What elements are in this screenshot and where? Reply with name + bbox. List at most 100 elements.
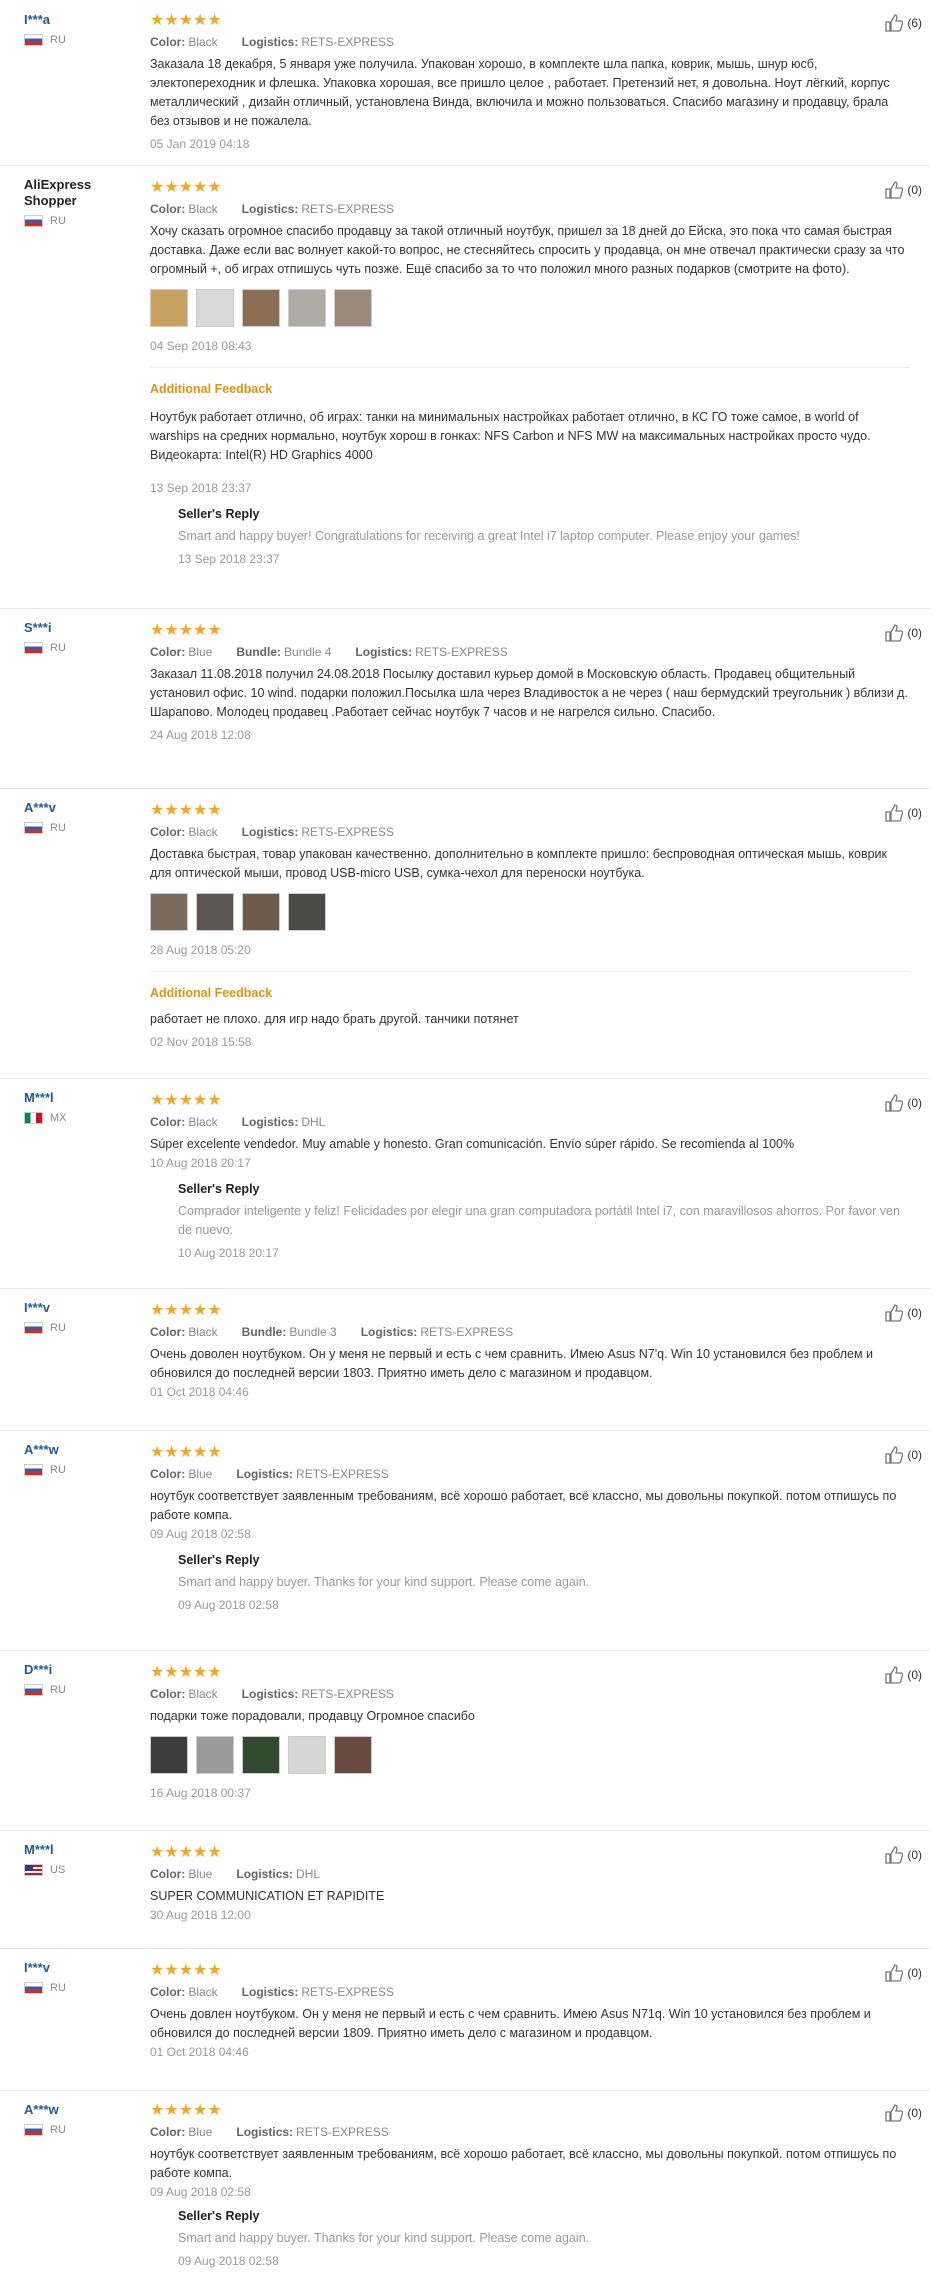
- seller-reply: Seller's Reply Smart and happy buyer! Co…: [178, 507, 910, 566]
- reviewer-name[interactable]: AliExpress Shopper: [24, 177, 134, 209]
- helpful-button[interactable]: (0): [885, 1666, 922, 1684]
- reviewer-name[interactable]: A***v: [24, 800, 134, 816]
- flag-icon: [24, 34, 43, 46]
- additional-feedback-title: Additional Feedback: [150, 382, 273, 396]
- review-photo[interactable]: [334, 1736, 372, 1774]
- reviewer-country: RU: [24, 1982, 134, 1994]
- additional-feedback-date: 13 Sep 2018 23:37: [150, 481, 252, 495]
- review-photo[interactable]: [288, 1736, 326, 1774]
- flag-icon: [24, 1112, 43, 1124]
- review-date: 10 Aug 2018 20:17: [150, 1156, 251, 1170]
- review-photo[interactable]: [334, 289, 372, 327]
- star-rating: ★★★★★: [150, 1844, 222, 1861]
- flag-icon: [24, 215, 43, 227]
- seller-reply-date: 09 Aug 2018 02:58: [178, 2254, 279, 2268]
- seller-reply-title: Seller's Reply: [178, 2209, 260, 2223]
- review-photo[interactable]: [242, 289, 280, 327]
- flag-icon: [24, 2124, 43, 2136]
- review-photo[interactable]: [196, 893, 234, 931]
- additional-feedback-text: Ноутбук работает отлично, об играх: танк…: [150, 410, 871, 462]
- review-date: 01 Oct 2018 04:46: [150, 2045, 249, 2059]
- thumbs-up-icon: [885, 2104, 904, 2122]
- reviewer-country: US: [24, 1864, 134, 1876]
- reviewer-country: RU: [24, 34, 134, 46]
- review-text: Очень довлен ноутбуком. Он у меня не пер…: [150, 2007, 871, 2040]
- star-rating: ★★★★★: [150, 1092, 222, 1109]
- seller-reply-date: 10 Aug 2018 20:17: [178, 1246, 279, 1260]
- review-text: Доставка быстрая, товар упакован качеств…: [150, 847, 887, 880]
- thumbs-up-icon: [885, 14, 904, 32]
- seller-reply-title: Seller's Reply: [178, 1553, 260, 1567]
- review-photo[interactable]: [242, 1736, 280, 1774]
- review-photo[interactable]: [288, 893, 326, 931]
- thumbs-up-icon: [885, 181, 904, 199]
- thumbs-up-icon: [885, 1666, 904, 1684]
- review-date: 09 Aug 2018 02:58: [150, 1527, 251, 1541]
- helpful-button[interactable]: (0): [885, 1446, 922, 1464]
- reviewer-name[interactable]: D***i: [24, 1662, 134, 1678]
- helpful-button[interactable]: (0): [885, 1304, 922, 1322]
- reviewer-country: RU: [24, 2124, 134, 2136]
- review-text: Хочу сказать огромное спасибо продавцу з…: [150, 224, 905, 276]
- reviewer-name[interactable]: M***l: [24, 1090, 134, 1106]
- review-text: ноутбук соответствует заявленным требова…: [150, 2147, 897, 2180]
- helpful-button[interactable]: (0): [885, 181, 922, 199]
- review-item: M***l US ★★★★★ Color: Blue Logistics: DHL S…: [0, 1830, 930, 1949]
- review-photo[interactable]: [150, 1736, 188, 1774]
- seller-reply-title: Seller's Reply: [178, 1182, 260, 1196]
- review-photo[interactable]: [242, 893, 280, 931]
- seller-reply: Seller's Reply Comprador inteligente y f…: [178, 1182, 910, 1260]
- review-photo[interactable]: [150, 893, 188, 931]
- review-photo[interactable]: [288, 289, 326, 327]
- star-rating: ★★★★★: [150, 12, 222, 29]
- reviewer-name[interactable]: I***v: [24, 1960, 134, 1976]
- thumbs-up-icon: [885, 1094, 904, 1112]
- review-date: 04 Sep 2018 08:43: [150, 339, 252, 353]
- order-info: Color: Blue Bundle: Bundle 4 Logistics: RETS-…: [150, 645, 508, 659]
- star-rating: ★★★★★: [150, 2102, 222, 2119]
- helpful-button[interactable]: (0): [885, 2104, 922, 2122]
- photo-list: [150, 893, 910, 931]
- additional-feedback-title: Additional Feedback: [150, 986, 273, 1000]
- reviewer-country: RU: [24, 642, 134, 654]
- helpful-button[interactable]: (0): [885, 1964, 922, 1982]
- reviewer-country: RU: [24, 215, 134, 227]
- order-info: Color: Black Logistics: RETS-EXPRESS: [150, 202, 395, 216]
- star-rating: ★★★★★: [150, 1664, 222, 1681]
- review-item: S***i RU ★★★★★ Color: Blue Bundle: Bundle 4…: [0, 608, 930, 789]
- review-photo[interactable]: [150, 289, 188, 327]
- reviewer-name[interactable]: S***i: [24, 620, 134, 636]
- review-text: ноутбук соответствует заявленным требова…: [150, 1489, 897, 1522]
- reviewer-name[interactable]: A***w: [24, 1442, 134, 1458]
- review-item: AliExpress Shopper RU ★★★★★ Color: Black L…: [0, 165, 930, 609]
- seller-reply-date: 09 Aug 2018 02:58: [178, 1598, 279, 1612]
- flag-icon: [24, 1684, 43, 1696]
- reviewer-name[interactable]: I***v: [24, 1300, 134, 1316]
- order-info: Color: Black Logistics: RETS-EXPRESS: [150, 1985, 395, 1999]
- review-item: A***w RU ★★★★★ Color: Blue Logistics: RETS-…: [0, 1430, 930, 1651]
- star-rating: ★★★★★: [150, 1444, 222, 1461]
- review-photo[interactable]: [196, 289, 234, 327]
- star-rating: ★★★★★: [150, 1302, 222, 1319]
- review-photo[interactable]: [196, 1736, 234, 1774]
- review-item: D***i RU ★★★★★ Color: Black Logistics: RETS…: [0, 1650, 930, 1831]
- helpful-button[interactable]: (0): [885, 804, 922, 822]
- order-info: Color: Black Logistics: RETS-EXPRESS: [150, 1687, 395, 1701]
- seller-reply-title: Seller's Reply: [178, 507, 260, 521]
- review-text: SUPER COMMUNICATION ET RAPIDITE: [150, 1889, 385, 1903]
- reviewer-name[interactable]: I***a: [24, 12, 134, 28]
- order-info: Color: Black Logistics: RETS-EXPRESS: [150, 825, 395, 839]
- additional-feedback-text: работает не плохо. для игр надо брать др…: [150, 1012, 519, 1026]
- order-info: Color: Black Bundle: Bundle 3 Logistics: RETS…: [150, 1325, 514, 1339]
- thumbs-up-icon: [885, 624, 904, 642]
- photo-list: [150, 289, 910, 327]
- helpful-button[interactable]: (6): [885, 14, 922, 32]
- review-item: A***v RU ★★★★★ Color: Black Logistics: RETS…: [0, 788, 930, 1079]
- reviewer-country: RU: [24, 1464, 134, 1476]
- reviewer-name[interactable]: A***w: [24, 2102, 134, 2118]
- helpful-button[interactable]: (0): [885, 1094, 922, 1112]
- helpful-button[interactable]: (0): [885, 624, 922, 642]
- helpful-button[interactable]: (0): [885, 1846, 922, 1864]
- reviewer-name[interactable]: M***l: [24, 1842, 134, 1858]
- review-date: 01 Oct 2018 04:46: [150, 1385, 249, 1399]
